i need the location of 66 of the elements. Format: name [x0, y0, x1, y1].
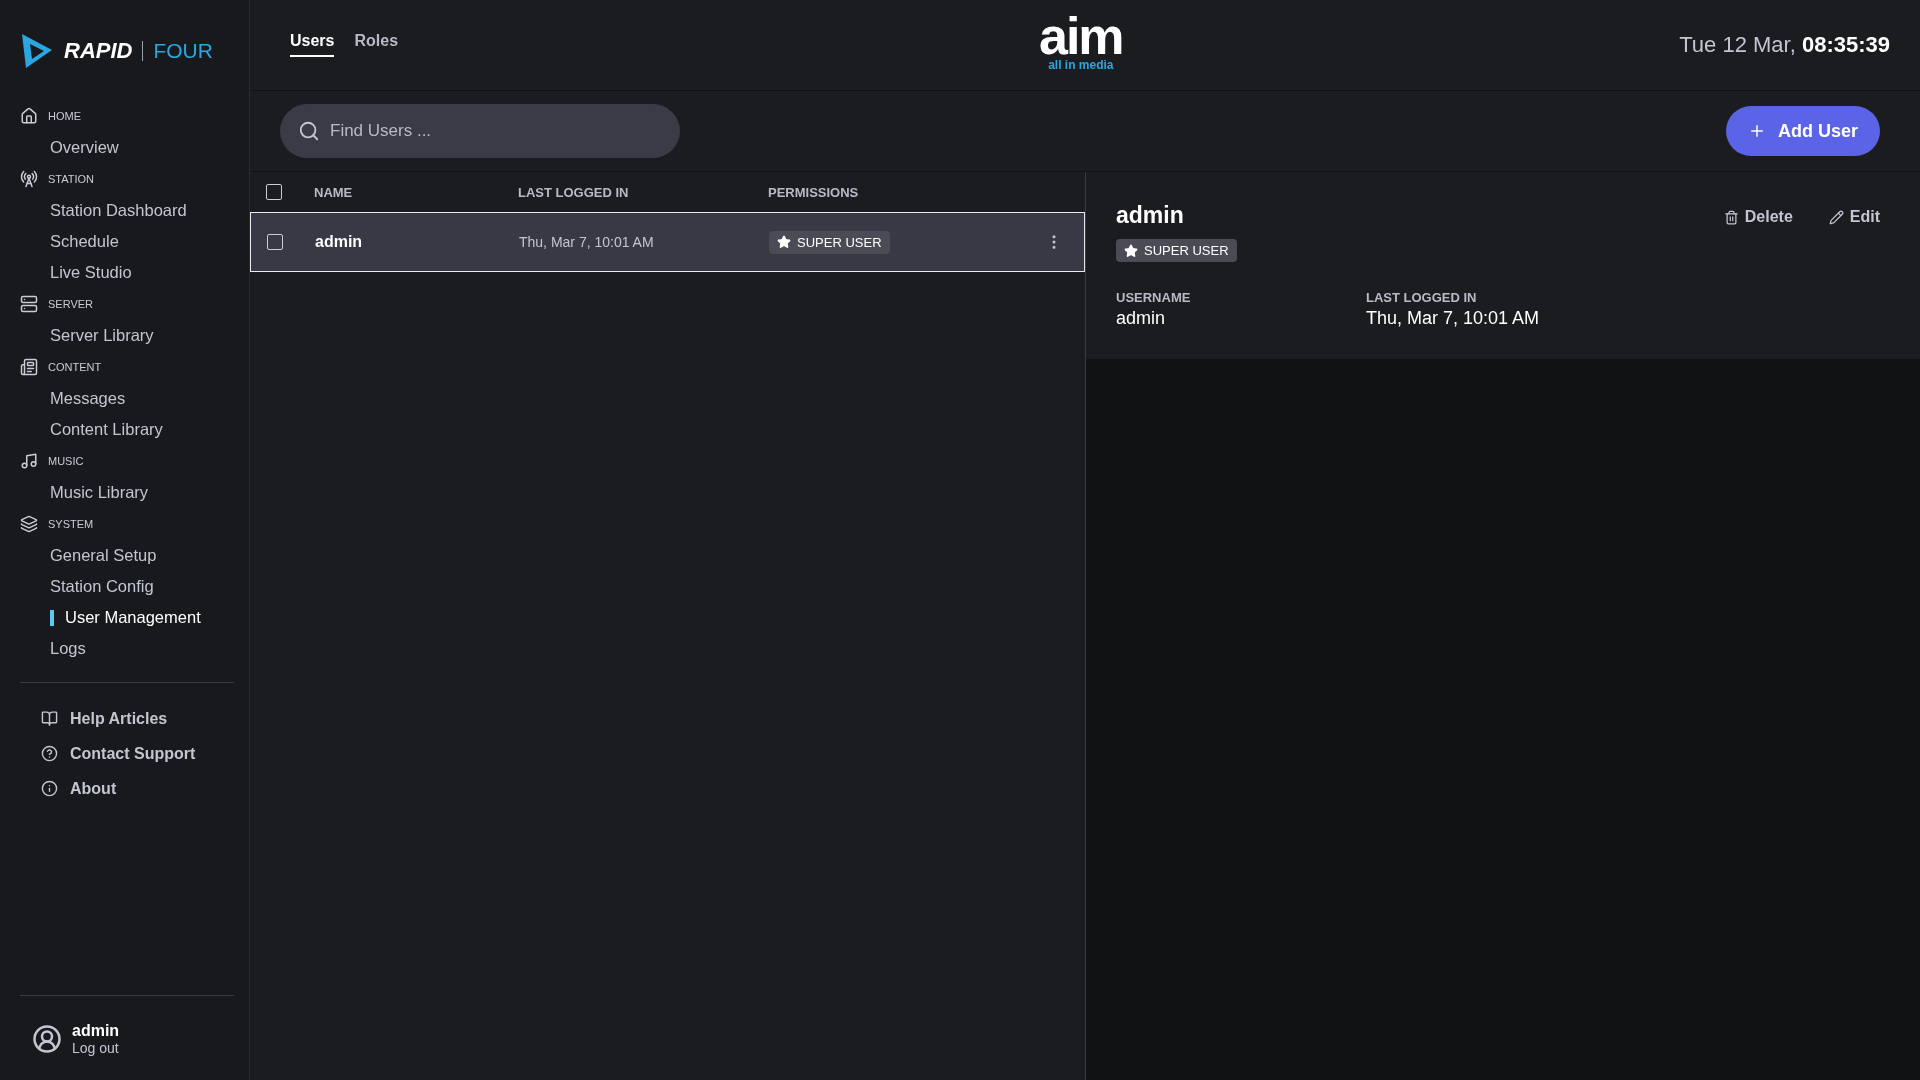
nav-item[interactable]: User Management	[20, 602, 249, 633]
sidebar-link[interactable]: About	[70, 779, 117, 798]
trash-icon	[1723, 209, 1739, 225]
nav-item[interactable]: Overview	[20, 132, 249, 163]
section-label: CONTENT	[48, 361, 102, 373]
antenna-icon	[20, 170, 38, 188]
field-label: LAST LOGGED IN	[1366, 290, 1478, 305]
avatar-icon	[32, 1024, 62, 1054]
field-value: admin	[1116, 308, 1167, 329]
brand-name: RAPID	[64, 38, 133, 64]
logo-wordmark: aim	[1039, 14, 1123, 58]
column-header: LAST LOGGED IN	[518, 184, 630, 200]
permission-badge: SUPER USER	[1116, 239, 1237, 262]
home-icon	[20, 107, 38, 125]
brand-suffix: FOUR	[153, 39, 213, 63]
logout-link[interactable]: Log out	[72, 1040, 120, 1056]
star-icon	[777, 235, 791, 249]
checkbox[interactable]	[267, 234, 283, 250]
edit-button[interactable]: Edit	[1828, 208, 1880, 226]
tab[interactable]: Users	[290, 32, 335, 57]
plus-icon	[1748, 122, 1766, 140]
help-icon	[41, 745, 58, 762]
nav-item[interactable]: General Setup	[20, 540, 249, 571]
nav-item[interactable]: Music Library	[20, 477, 249, 508]
nav-item[interactable]: Logs	[20, 633, 249, 664]
star-icon	[1124, 243, 1138, 258]
section-label: SYSTEM	[48, 518, 94, 530]
music-note-icon	[20, 452, 38, 470]
sidebar-link[interactable]: Help Articles	[70, 709, 168, 728]
column-header: PERMISSIONS	[768, 184, 860, 200]
nav-item[interactable]: Schedule	[20, 226, 249, 257]
table-row[interactable]: admin Thu, Mar 7, 10:01 AM SUPER USER	[250, 212, 1085, 272]
tab[interactable]: Roles	[354, 32, 399, 57]
checkbox[interactable]	[266, 184, 282, 200]
date-cell-text: Thu, Mar 7, 10:01 AM	[519, 234, 655, 250]
column-header: NAME	[314, 184, 354, 200]
logo-tagline: all in media	[1048, 58, 1114, 72]
user-name: admin	[72, 1022, 120, 1040]
search-icon	[298, 120, 320, 142]
section-label: STATION	[48, 173, 95, 185]
date-time: Tue 12 Mar, 08:35:39	[1679, 31, 1890, 58]
add-user-button[interactable]: Add User	[1726, 106, 1880, 156]
section-label: SERVER	[48, 298, 94, 310]
layers-icon	[20, 515, 38, 533]
field-label: USERNAME	[1116, 290, 1192, 305]
pencil-icon	[1828, 209, 1844, 225]
sidebar-link[interactable]: Contact Support	[70, 744, 196, 763]
section-label: MUSIC	[48, 455, 84, 467]
info-icon	[41, 780, 58, 797]
delete-button[interactable]: Delete	[1723, 208, 1793, 226]
play-logo-icon	[20, 32, 54, 70]
nav-item[interactable]: Station Config	[20, 571, 249, 602]
server-icon	[20, 295, 38, 313]
field-value: Thu, Mar 7, 10:01 AM	[1366, 308, 1541, 329]
permission-badge: SUPER USER	[769, 230, 890, 254]
nav-item[interactable]: Station Dashboard	[20, 195, 249, 226]
nav-item[interactable]: Server Library	[20, 320, 249, 351]
section-label: HOME	[48, 110, 81, 122]
detail-title: admin	[1116, 202, 1184, 229]
document-list-icon	[20, 358, 38, 376]
name-cell-text: admin	[315, 233, 364, 251]
nav-item[interactable]: Messages	[20, 383, 249, 414]
book-icon	[41, 710, 58, 727]
nav-item[interactable]: Live Studio	[20, 257, 249, 288]
nav-item[interactable]: Content Library	[20, 414, 249, 445]
search-field[interactable]: Find Users ...	[280, 104, 680, 158]
